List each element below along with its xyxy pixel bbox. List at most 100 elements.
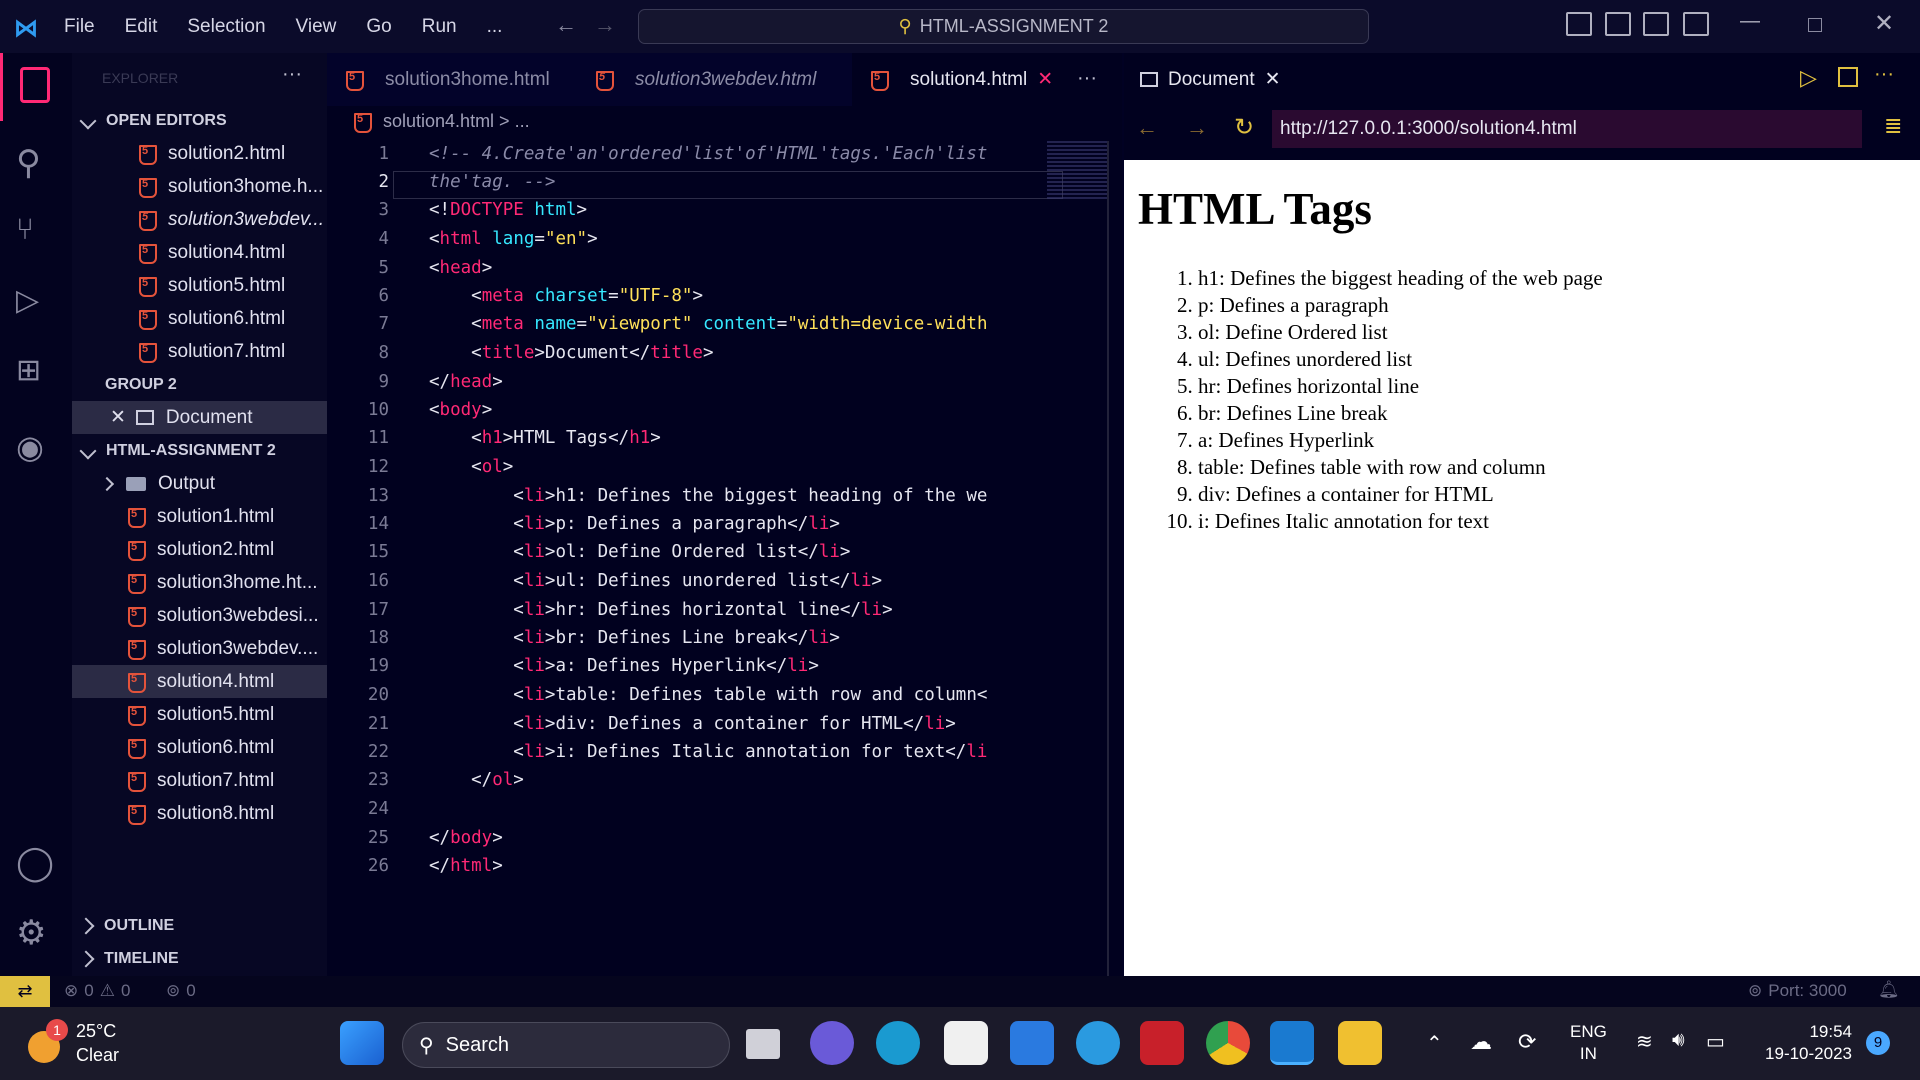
teams-chat-icon[interactable] (810, 1021, 854, 1065)
customize-layout-icon[interactable] (1683, 12, 1709, 36)
file-item-selected[interactable]: solution4.html (72, 665, 327, 698)
folder-output[interactable]: Output (72, 467, 327, 500)
vscode-icon[interactable] (1270, 1021, 1314, 1065)
tab-solution4[interactable]: solution4.html ✕ (852, 53, 1084, 106)
file-item[interactable]: solution3webdev.... (72, 632, 327, 665)
ports-count: 0 (186, 981, 196, 1000)
open-editor-item[interactable]: solution3home.h... (72, 170, 327, 203)
close-tab-icon[interactable]: ✕ (1037, 68, 1053, 91)
extensions-icon[interactable]: ⊞ (16, 353, 56, 393)
open-editor-item[interactable]: solution3webdev... (72, 203, 327, 236)
preview-tab[interactable]: Document ✕ (1124, 53, 1294, 106)
explorer-icon[interactable] (20, 67, 50, 103)
show-hidden-icons-chevron-icon[interactable]: ⌃ (1426, 1031, 1443, 1056)
open-editor-item[interactable]: solution4.html (72, 236, 327, 269)
toggle-sidebar-icon[interactable] (1566, 12, 1592, 36)
explorer-more-icon[interactable]: ··· (282, 63, 302, 86)
menu-edit[interactable]: Edit (125, 16, 158, 38)
file-item[interactable]: solution7.html (72, 764, 327, 797)
live-server-port[interactable]: ⊚ Port: 3000 (1748, 981, 1847, 1001)
battery-icon[interactable]: ▭ (1706, 1029, 1725, 1054)
file-item[interactable]: solution3webdesi... (72, 599, 327, 632)
remote-indicator[interactable]: ⇄ (0, 976, 50, 1007)
close-icon[interactable]: ✕ (1265, 68, 1281, 91)
close-window-icon[interactable]: ✕ (1874, 9, 1894, 38)
file-item[interactable]: solution8.html (72, 797, 327, 830)
clock[interactable]: 19:54 19-10-2023 (1752, 1021, 1852, 1065)
breadcrumb[interactable]: solution4.html > ... (353, 111, 530, 133)
refresh-icon[interactable]: ↻ (1234, 113, 1254, 142)
url-input[interactable]: http://127.0.0.1:3000/solution4.html (1272, 110, 1862, 148)
volume-icon[interactable]: 🔊︎ (1672, 1029, 1685, 1052)
restore-icon[interactable] (1808, 18, 1822, 32)
microsoft-store-icon[interactable] (944, 1021, 988, 1065)
file-item[interactable]: solution3home.ht... (72, 566, 327, 599)
menu-more[interactable]: ... (487, 16, 503, 38)
onedrive-cloud-icon[interactable]: ☁ (1470, 1029, 1492, 1055)
help-icon[interactable] (1076, 1021, 1120, 1065)
open-editor-item[interactable]: solution2.html (72, 137, 327, 170)
command-center-search[interactable]: ⚲ HTML-ASSIGNMENT 2 (638, 9, 1369, 44)
split-editor-icon[interactable] (1838, 67, 1858, 87)
sync-icon[interactable]: ⟳ (1518, 1029, 1536, 1055)
file-item[interactable]: solution6.html (72, 731, 327, 764)
back-arrow-icon[interactable]: ← (1136, 115, 1158, 141)
editor-more-icon[interactable]: ··· (1077, 67, 1097, 90)
file-label: solution5.html (157, 703, 275, 725)
group2-document-item[interactable]: ✕ Document (72, 401, 327, 434)
open-editor-item[interactable]: solution6.html (72, 302, 327, 335)
notification-badge[interactable]: 9 (1866, 1031, 1890, 1055)
start-windows-icon[interactable] (340, 1021, 384, 1065)
menu-view[interactable]: View (296, 16, 337, 38)
line-number: 18 (367, 628, 389, 648)
menu-go[interactable]: Go (366, 16, 391, 38)
myhp-icon[interactable] (1010, 1021, 1054, 1065)
search-icon[interactable]: ⚲ (16, 143, 56, 183)
account-icon[interactable]: ◯ (16, 843, 56, 883)
forward-arrow-icon[interactable]: → (594, 12, 616, 38)
wifi-icon[interactable]: ≋ (1636, 1029, 1653, 1054)
toggle-secondary-sidebar-icon[interactable] (1643, 12, 1669, 36)
open-editor-item[interactable]: solution7.html (72, 335, 327, 368)
file-item[interactable]: solution2.html (72, 533, 327, 566)
settings-gear-icon[interactable]: ⚙ (16, 913, 56, 953)
menu-selection[interactable]: Selection (187, 16, 265, 38)
timeline-header[interactable]: TIMELINE (72, 942, 327, 975)
menu-hamburger-icon[interactable]: ≣ (1884, 113, 1902, 139)
open-editors-header[interactable]: OPEN EDITORS (72, 104, 327, 137)
file-item[interactable]: solution5.html (72, 698, 327, 731)
html-file-icon (127, 606, 146, 627)
mcafee-icon[interactable] (1140, 1021, 1184, 1065)
close-icon[interactable]: ✕ (110, 406, 126, 429)
source-control-icon[interactable]: ⑂ (16, 213, 56, 253)
outline-header[interactable]: OUTLINE (72, 909, 327, 942)
toggle-panel-icon[interactable] (1605, 12, 1631, 36)
back-arrow-icon[interactable]: ← (555, 12, 577, 38)
chrome-icon[interactable] (1206, 1021, 1250, 1065)
forward-arrow-icon[interactable]: → (1186, 115, 1208, 141)
taskbar-search[interactable]: ⚲ Search (402, 1022, 730, 1068)
minimize-icon[interactable]: — (1740, 10, 1760, 33)
language-indicator[interactable]: ENG IN (1570, 1021, 1607, 1065)
problems-indicator[interactable]: ⊗ 0 ⚠ 0 (64, 981, 130, 1001)
more-actions-icon[interactable]: ··· (1874, 63, 1894, 86)
run-icon[interactable]: ▷ (1800, 65, 1817, 91)
open-editor-item[interactable]: solution5.html (72, 269, 327, 302)
project-header[interactable]: HTML-ASSIGNMENT 2 (72, 434, 327, 467)
code-area[interactable]: 1 2 3 4 5 6 7 8 9 10 11 12 13 14 15 16 17 18 19 20 21 22 23 24 2… (327, 141, 1063, 941)
task-view-icon[interactable] (746, 1029, 780, 1059)
tab-solution3webdev[interactable]: solution3webdev.html (577, 53, 852, 106)
file-item[interactable]: solution1.html (72, 500, 327, 533)
file-explorer-icon[interactable] (1338, 1021, 1382, 1065)
minimap[interactable] (1047, 141, 1107, 201)
notifications-bell-icon[interactable]: 🔔︎ (1878, 980, 1900, 1000)
scrollbar[interactable] (1107, 141, 1109, 976)
ports-indicator[interactable]: ⊚ 0 (166, 981, 196, 1001)
menu-run[interactable]: Run (422, 16, 457, 38)
tab-solution3home[interactable]: solution3home.html (327, 53, 577, 106)
weather-widget[interactable]: 1 25°C Clear (28, 1019, 168, 1069)
github-icon[interactable]: ◉ (16, 428, 56, 468)
run-debug-icon[interactable]: ▷ (16, 283, 56, 323)
menu-file[interactable]: File (64, 16, 95, 38)
edge-browser-icon[interactable] (876, 1021, 920, 1065)
